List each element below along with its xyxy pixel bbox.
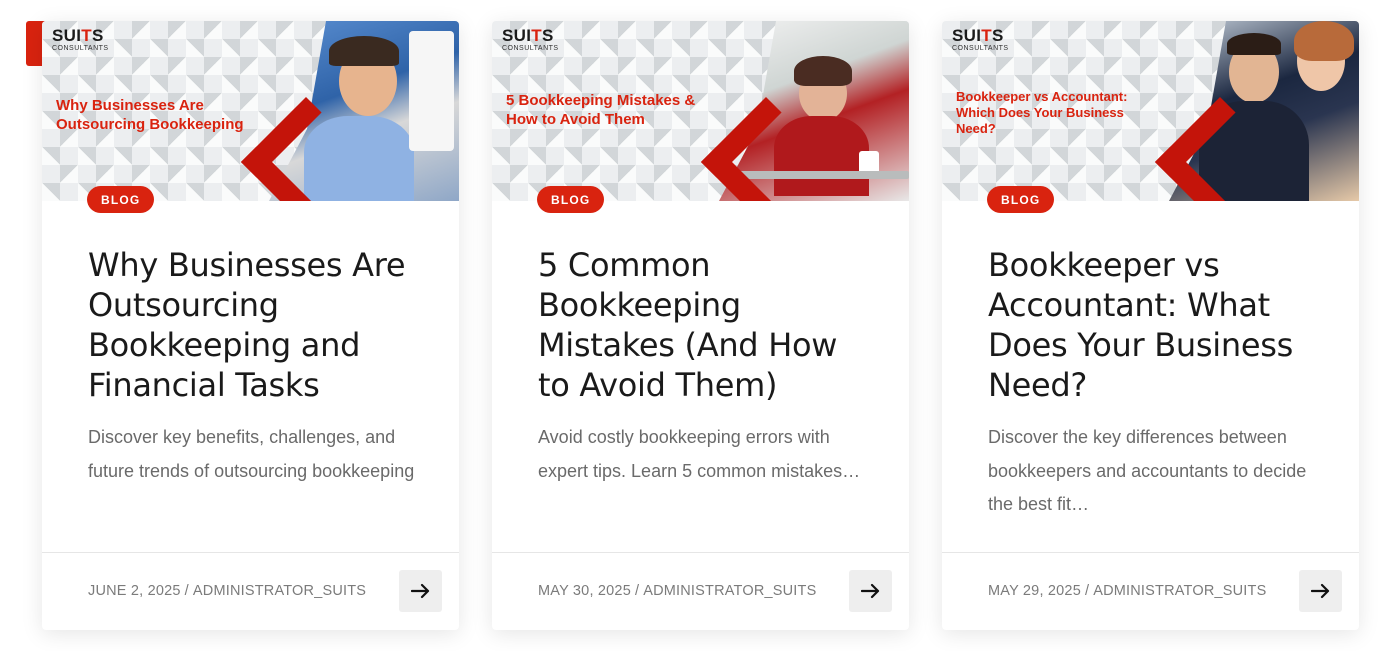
divider (942, 552, 1359, 553)
blog-card[interactable]: SUITS CONSULTANTS 5 Bookkeeping Mistakes… (492, 21, 909, 630)
meta-separator: / (184, 583, 189, 599)
post-meta: MAY 29, 2025/ADMINISTRATOR_SUITS (988, 583, 1266, 599)
post-title[interactable]: Why Businesses Are Outsourcing Bookkeepi… (88, 245, 428, 405)
read-more-button[interactable] (399, 570, 442, 612)
read-more-button[interactable] (849, 570, 892, 612)
post-author[interactable]: ADMINISTRATOR_SUITS (193, 583, 366, 599)
image-headline: Why Businesses Are Outsourcing Bookkeepi… (56, 97, 244, 133)
category-badge[interactable]: BLOG (87, 186, 155, 213)
arrow-right-icon (1310, 583, 1329, 599)
blog-card[interactable]: SUITS CONSULTANTS Bookkeeper vs Accounta… (942, 21, 1359, 630)
post-author[interactable]: ADMINISTRATOR_SUITS (643, 583, 816, 599)
read-more-button[interactable] (1299, 570, 1342, 612)
post-date: JUNE 2, 2025 (88, 583, 181, 599)
brand-logo: SUITS CONSULTANTS (52, 26, 109, 52)
post-title[interactable]: Bookkeeper vs Accountant: What Does Your… (988, 245, 1328, 405)
arrow-right-icon (860, 583, 879, 599)
post-title[interactable]: 5 Common Bookkeeping Mistakes (And How t… (538, 245, 878, 405)
image-headline: Bookkeeper vs Accountant: Which Does You… (956, 89, 1128, 136)
featured-image[interactable]: SUITS CONSULTANTS Why Businesses Are Out… (42, 21, 459, 201)
brand-logo: SUITS CONSULTANTS (952, 26, 1009, 52)
post-author[interactable]: ADMINISTRATOR_SUITS (1093, 583, 1266, 599)
meta-separator: / (1084, 583, 1090, 599)
featured-image[interactable]: SUITS CONSULTANTS 5 Bookkeeping Mistakes… (492, 21, 909, 201)
meta-separator: / (634, 583, 640, 599)
post-date: MAY 29, 2025 (988, 583, 1081, 599)
divider (42, 552, 459, 553)
divider (492, 552, 909, 553)
post-date: MAY 30, 2025 (538, 583, 631, 599)
arrow-right-icon (410, 583, 429, 599)
blog-card[interactable]: SUITS CONSULTANTS Why Businesses Are Out… (42, 21, 459, 630)
post-excerpt: Avoid costly bookkeeping errors with exp… (538, 427, 861, 481)
category-badge[interactable]: BLOG (537, 186, 605, 213)
category-badge[interactable]: BLOG (987, 186, 1055, 213)
post-excerpt: Discover key benefits, challenges, and f… (88, 427, 415, 481)
post-meta: MAY 30, 2025/ADMINISTRATOR_SUITS (538, 583, 816, 599)
featured-image[interactable]: SUITS CONSULTANTS Bookkeeper vs Accounta… (942, 21, 1359, 201)
post-meta: JUNE 2, 2025/ADMINISTRATOR_SUITS (88, 583, 366, 599)
brand-logo: SUITS CONSULTANTS (502, 26, 559, 52)
image-headline: 5 Bookkeeping Mistakes & How to Avoid Th… (506, 92, 696, 128)
post-excerpt: Discover the key differences between boo… (988, 427, 1307, 514)
